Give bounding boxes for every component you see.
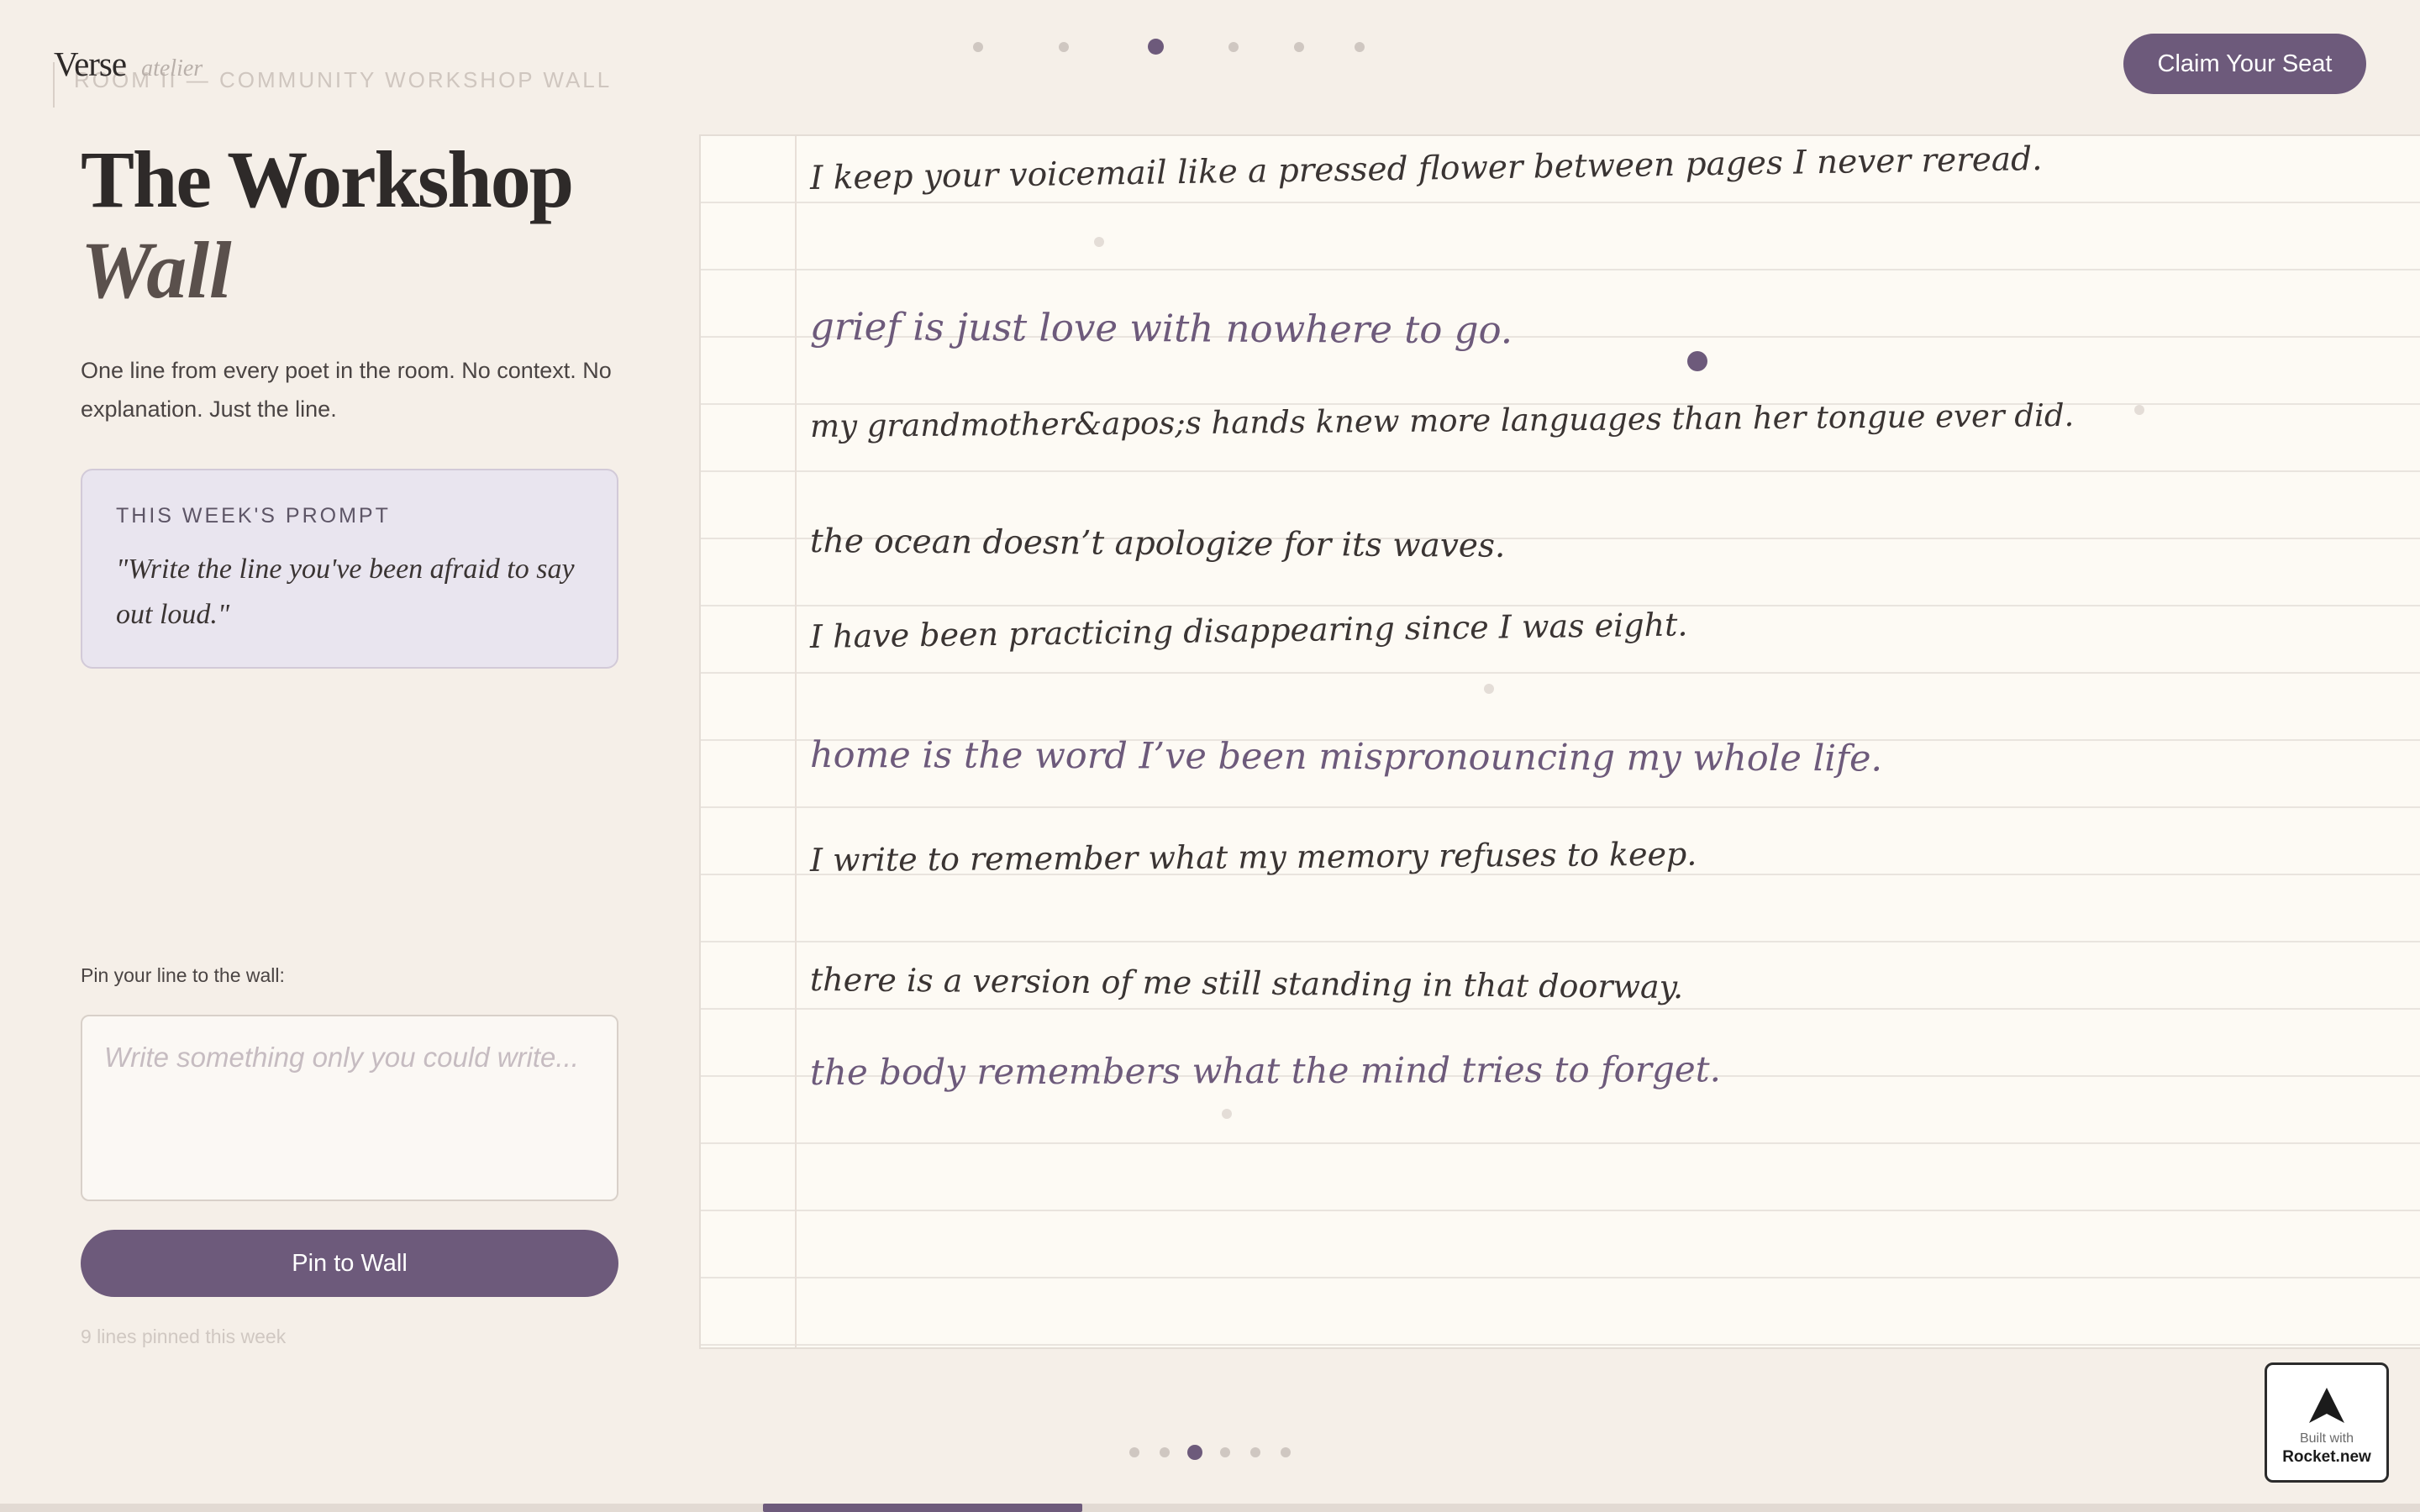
slide-dot-active[interactable] [1187,1445,1202,1460]
intro-text: One line from every poet in the room. No… [81,358,612,422]
wall-line: there is a version of me still standing … [809,961,1684,1006]
claim-seat-button[interactable]: Claim Your Seat [2123,34,2366,94]
slide-dot[interactable] [1281,1447,1291,1457]
slide-dot[interactable] [1355,42,1365,52]
pinned-count: 9 lines pinned this week [81,1326,287,1347]
page-title: The Workshop Wall [81,134,574,316]
wall-line: I have been practicing disappearing sinc… [809,606,1688,655]
horizontal-scrollbar[interactable] [0,1504,2420,1512]
ink-dot [2134,405,2144,415]
pin-line-label: Pin your line to the wall: [81,964,285,986]
prompt-text: "Write the line you've been afraid to sa… [116,554,575,630]
badge-built-with: Built with [2299,1431,2354,1446]
brand-subtitle: atelier [141,55,203,81]
wall-line: I keep your voicemail like a pressed flo… [809,139,2043,197]
brand-logo[interactable]: Verse atelier [54,44,203,84]
wall-line: I write to remember what my memory refus… [809,835,1697,879]
slide-dot[interactable] [1294,42,1304,52]
ink-dot [1094,237,1104,247]
weekly-prompt-card: THIS WEEK'S PROMPT "Write the line you'v… [81,469,618,669]
slide-dot[interactable] [1059,42,1069,52]
slide-indicator-bottom [1126,1443,1294,1462]
wall-line: grief is just love with nowhere to go. [809,304,1513,353]
slide-dot[interactable] [973,42,983,52]
line-input[interactable] [81,1015,618,1201]
wall-margin-line [795,136,797,1347]
wall-line: the ocean doesn’t apologize for its wave… [809,522,1506,565]
pin-to-wall-button[interactable]: Pin to Wall [81,1230,618,1297]
scrollbar-thumb[interactable] [763,1504,1082,1512]
wall-line: my grandmother&apos;s hands knew more la… [809,396,2075,444]
rocket-logo-icon [2309,1388,2344,1423]
badge-name: Rocket.new [2282,1448,2371,1466]
wall-line: home is the word I’ve been mispronouncin… [809,734,1883,780]
slide-dot[interactable] [1220,1447,1230,1457]
ink-dot [1222,1109,1232,1119]
title-line-1: The Workshop [81,134,574,224]
wall-line: the body remembers what the mind tries t… [809,1048,1722,1093]
slide-dot-active[interactable] [1148,39,1164,55]
slide-dot[interactable] [1129,1447,1139,1457]
slide-dot[interactable] [1228,42,1239,52]
slide-dot[interactable] [1250,1447,1260,1457]
ink-dot [1484,684,1494,694]
prompt-label: THIS WEEK'S PROMPT [116,504,391,528]
slide-dot[interactable] [1160,1447,1170,1457]
workshop-wall: I keep your voicemail like a pressed flo… [699,134,2420,1349]
title-line-2: Wall [81,225,232,315]
built-with-badge[interactable]: Built with Rocket.new [2265,1362,2389,1483]
slide-indicator-top [966,37,1370,57]
brand-name: Verse [54,45,127,83]
ink-dot [1687,351,1707,371]
